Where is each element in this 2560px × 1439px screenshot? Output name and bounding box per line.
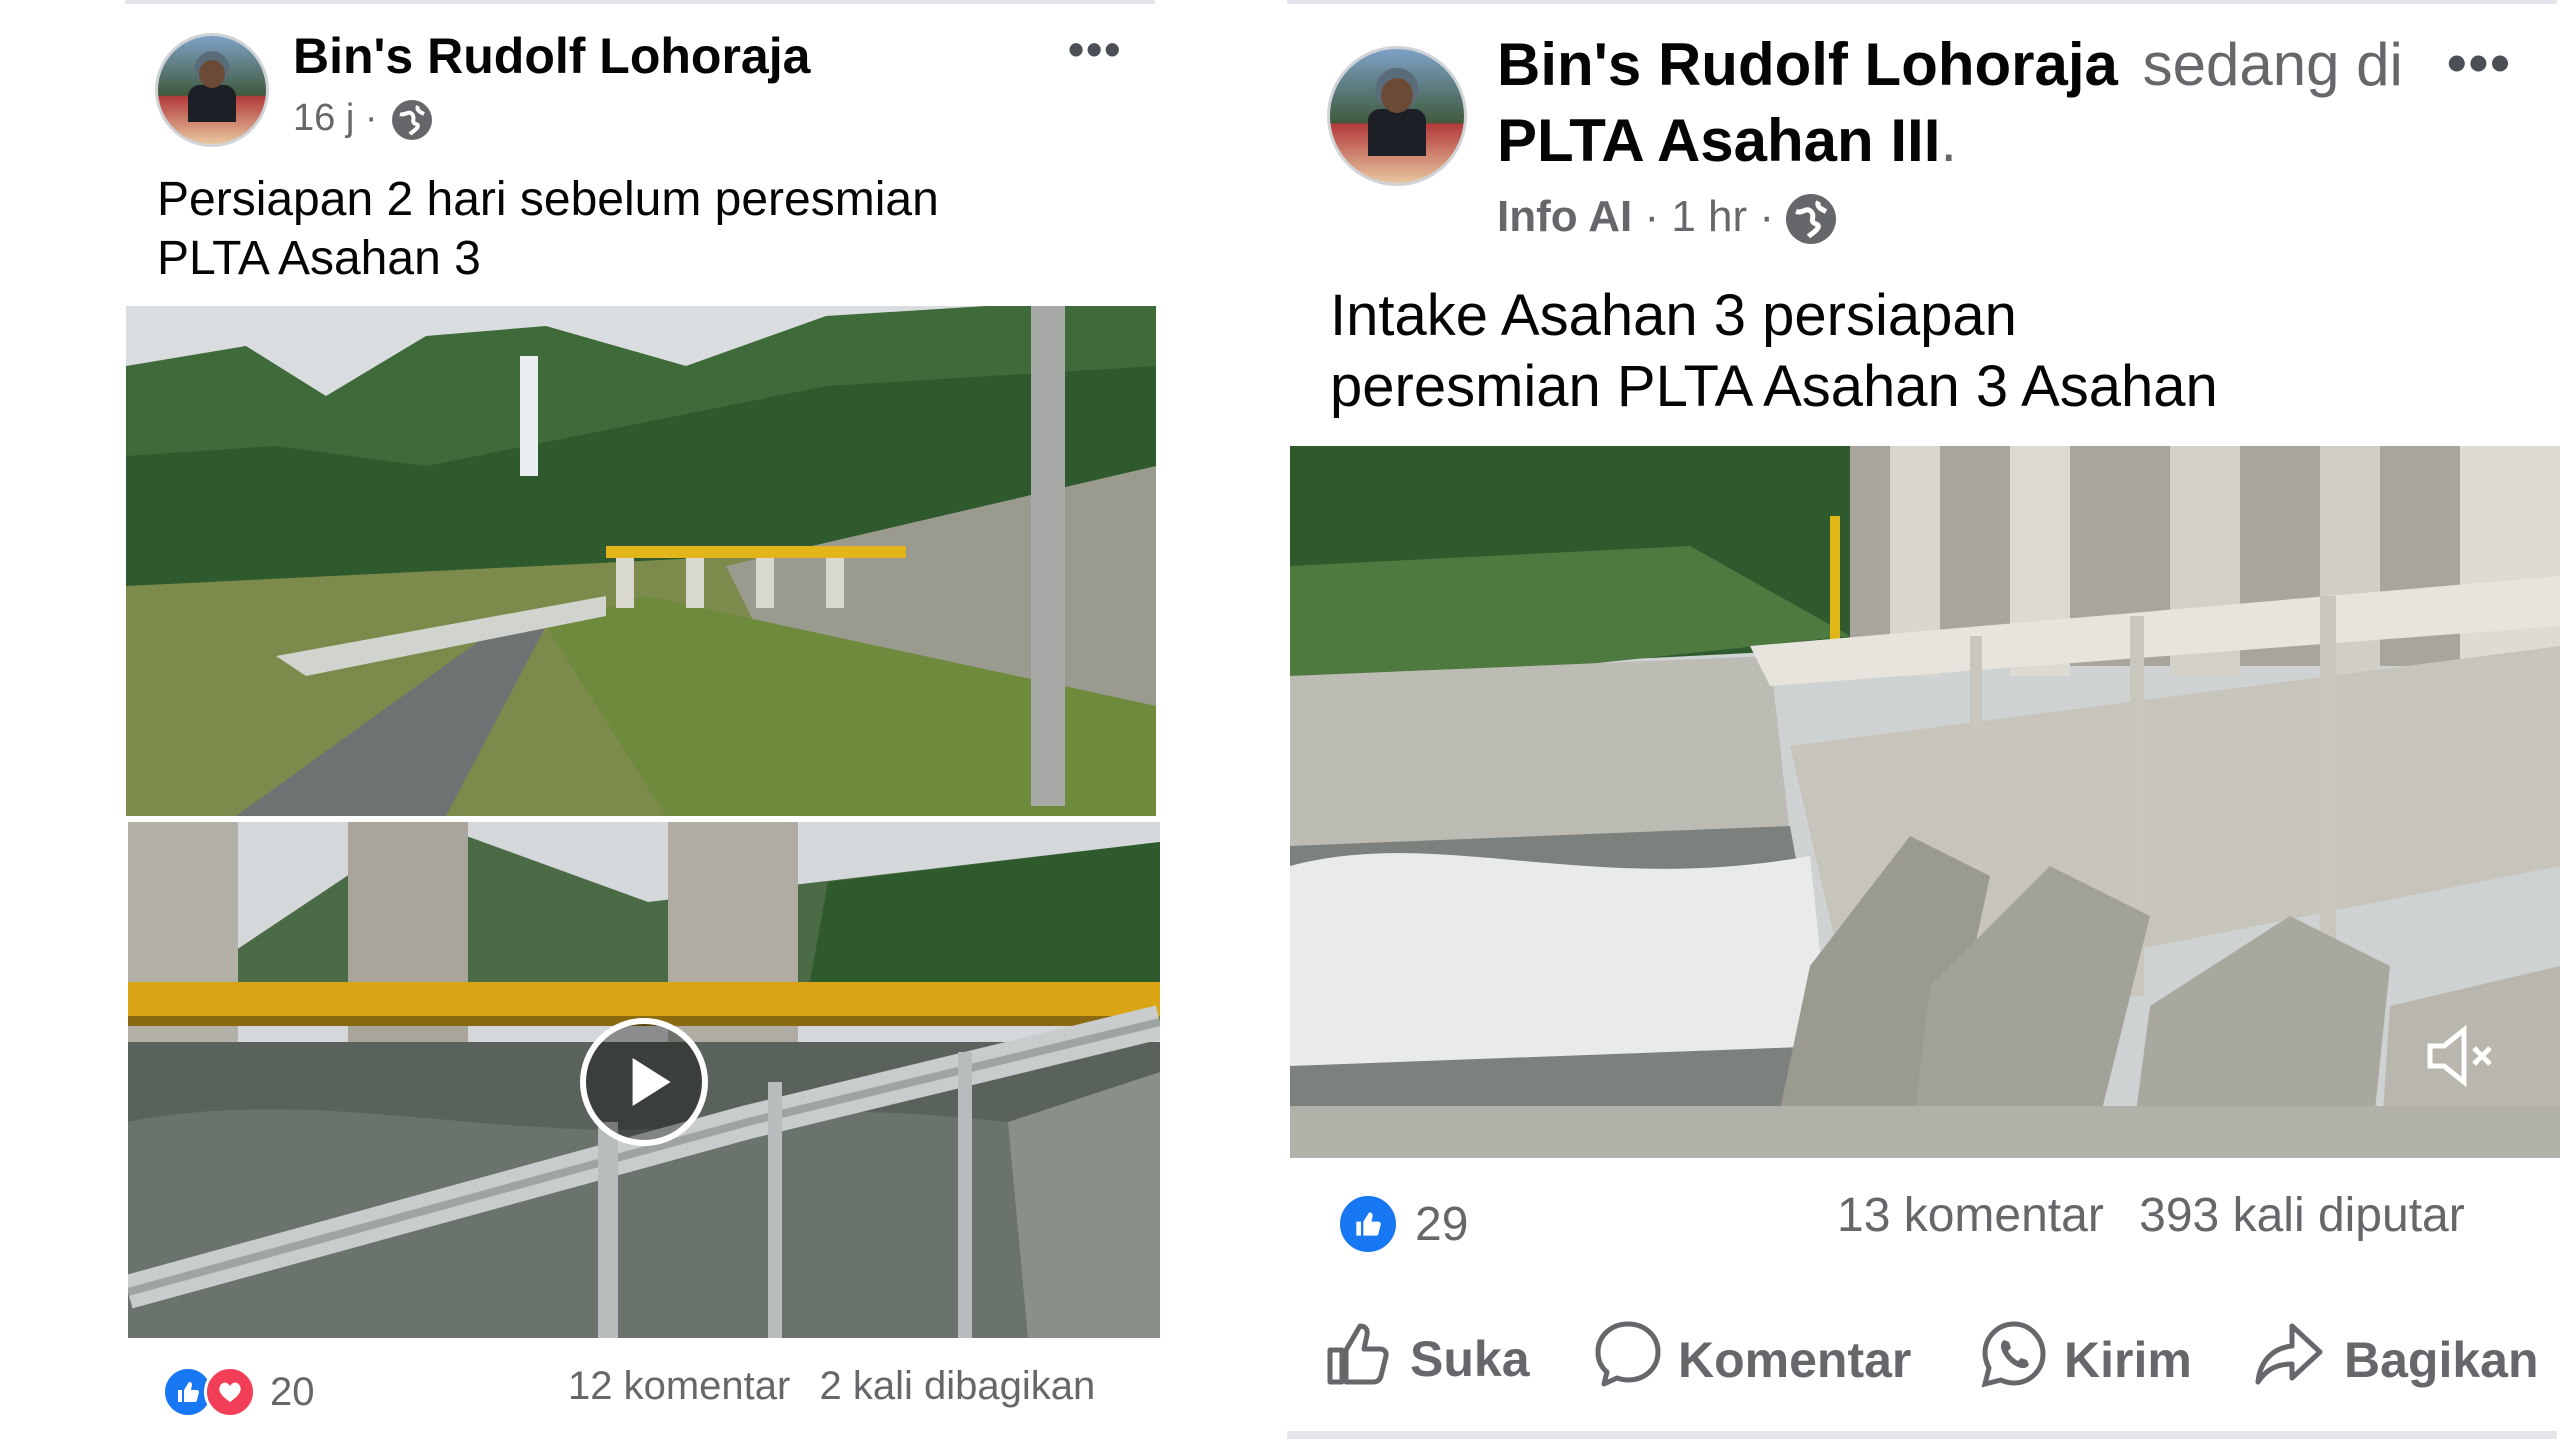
info-ai-label[interactable]: Info AI xyxy=(1497,192,1632,241)
globe-icon[interactable] xyxy=(392,99,433,140)
post-stats: 12 komentar 2 kali dibagikan xyxy=(568,1364,1095,1409)
comment-label: Komentar xyxy=(1678,1332,1912,1388)
post-gap xyxy=(1270,0,1282,1439)
more-options-icon[interactable]: ••• xyxy=(2447,30,2512,95)
meta-separator: · xyxy=(1644,192,1660,241)
comment-count[interactable]: 13 komentar xyxy=(1837,1189,2104,1242)
comment-icon xyxy=(1592,1318,1664,1402)
checkin-text: sedang di xyxy=(2142,31,2403,98)
meta-separator: · xyxy=(1759,192,1775,241)
share-count[interactable]: 2 kali dibagikan xyxy=(819,1364,1095,1408)
post-meta: 16 j · xyxy=(293,97,433,140)
mute-icon[interactable] xyxy=(2420,1016,2500,1101)
like-button[interactable]: Suka xyxy=(1322,1318,1530,1400)
comment-count[interactable]: 12 komentar xyxy=(568,1364,790,1408)
author-name[interactable]: Bin's Rudolf Lohoraja xyxy=(293,27,810,85)
share-label: Bagikan xyxy=(2344,1332,2539,1388)
author-name[interactable]: Bin's Rudolf Lohoraja xyxy=(1497,31,2118,98)
view-count[interactable]: 393 kali diputar xyxy=(2139,1189,2465,1242)
reaction-count[interactable]: 20 xyxy=(270,1370,315,1415)
post-header-line1: Bin's Rudolf Lohoraja sedang di xyxy=(1497,30,2403,99)
play-icon[interactable] xyxy=(580,1018,708,1146)
share-button[interactable]: Bagikan xyxy=(2252,1318,2539,1402)
dam-video[interactable] xyxy=(128,822,1160,1338)
send-label: Kirim xyxy=(2064,1332,2192,1388)
landscape-photo[interactable] xyxy=(126,306,1156,816)
globe-icon[interactable] xyxy=(1786,194,1837,245)
like-label: Suka xyxy=(1410,1331,1530,1387)
comment-button[interactable]: Komentar xyxy=(1592,1318,1911,1402)
author-avatar[interactable] xyxy=(1327,46,1467,186)
post-caption: Intake Asahan 3 persiapan peresmian PLTA… xyxy=(1330,283,2218,420)
reaction-count[interactable]: 29 xyxy=(1415,1197,1468,1252)
like-reaction-icon xyxy=(1337,1193,1399,1255)
place-period: . xyxy=(1940,107,1958,174)
post-divider xyxy=(1287,0,2557,4)
love-reaction-icon xyxy=(204,1366,256,1418)
meta-separator: · xyxy=(364,97,378,139)
post-time[interactable]: 1 hr xyxy=(1671,192,1747,241)
whatsapp-icon xyxy=(1978,1318,2050,1402)
post-caption: Persiapan 2 hari sebelum peresmian PLTA … xyxy=(157,173,939,286)
post-divider xyxy=(125,0,1155,4)
right-post: Bin's Rudolf Lohoraja sedang di PLTA Asa… xyxy=(1282,0,2560,1439)
reaction-summary[interactable]: 20 xyxy=(162,1366,315,1418)
send-button[interactable]: Kirim xyxy=(1978,1318,2192,1402)
author-avatar[interactable] xyxy=(155,33,269,147)
left-post: Bin's Rudolf Lohoraja 16 j · ••• Persiap… xyxy=(0,0,1270,1439)
post-stats: 13 komentar 393 kali diputar xyxy=(1837,1188,2465,1243)
post-meta: Info AI · 1 hr · xyxy=(1497,192,1837,245)
more-options-icon[interactable]: ••• xyxy=(1068,22,1122,76)
like-icon xyxy=(1322,1318,1392,1400)
share-icon xyxy=(2252,1318,2326,1402)
reaction-summary[interactable]: 29 xyxy=(1337,1193,1468,1255)
post-time[interactable]: 16 j xyxy=(293,97,354,139)
post-bottom-divider xyxy=(1287,1431,2557,1439)
place-link[interactable]: PLTA Asahan III xyxy=(1497,107,1940,174)
post-header-line2: PLTA Asahan III. xyxy=(1497,106,1957,175)
dam-video[interactable] xyxy=(1290,446,2560,1158)
